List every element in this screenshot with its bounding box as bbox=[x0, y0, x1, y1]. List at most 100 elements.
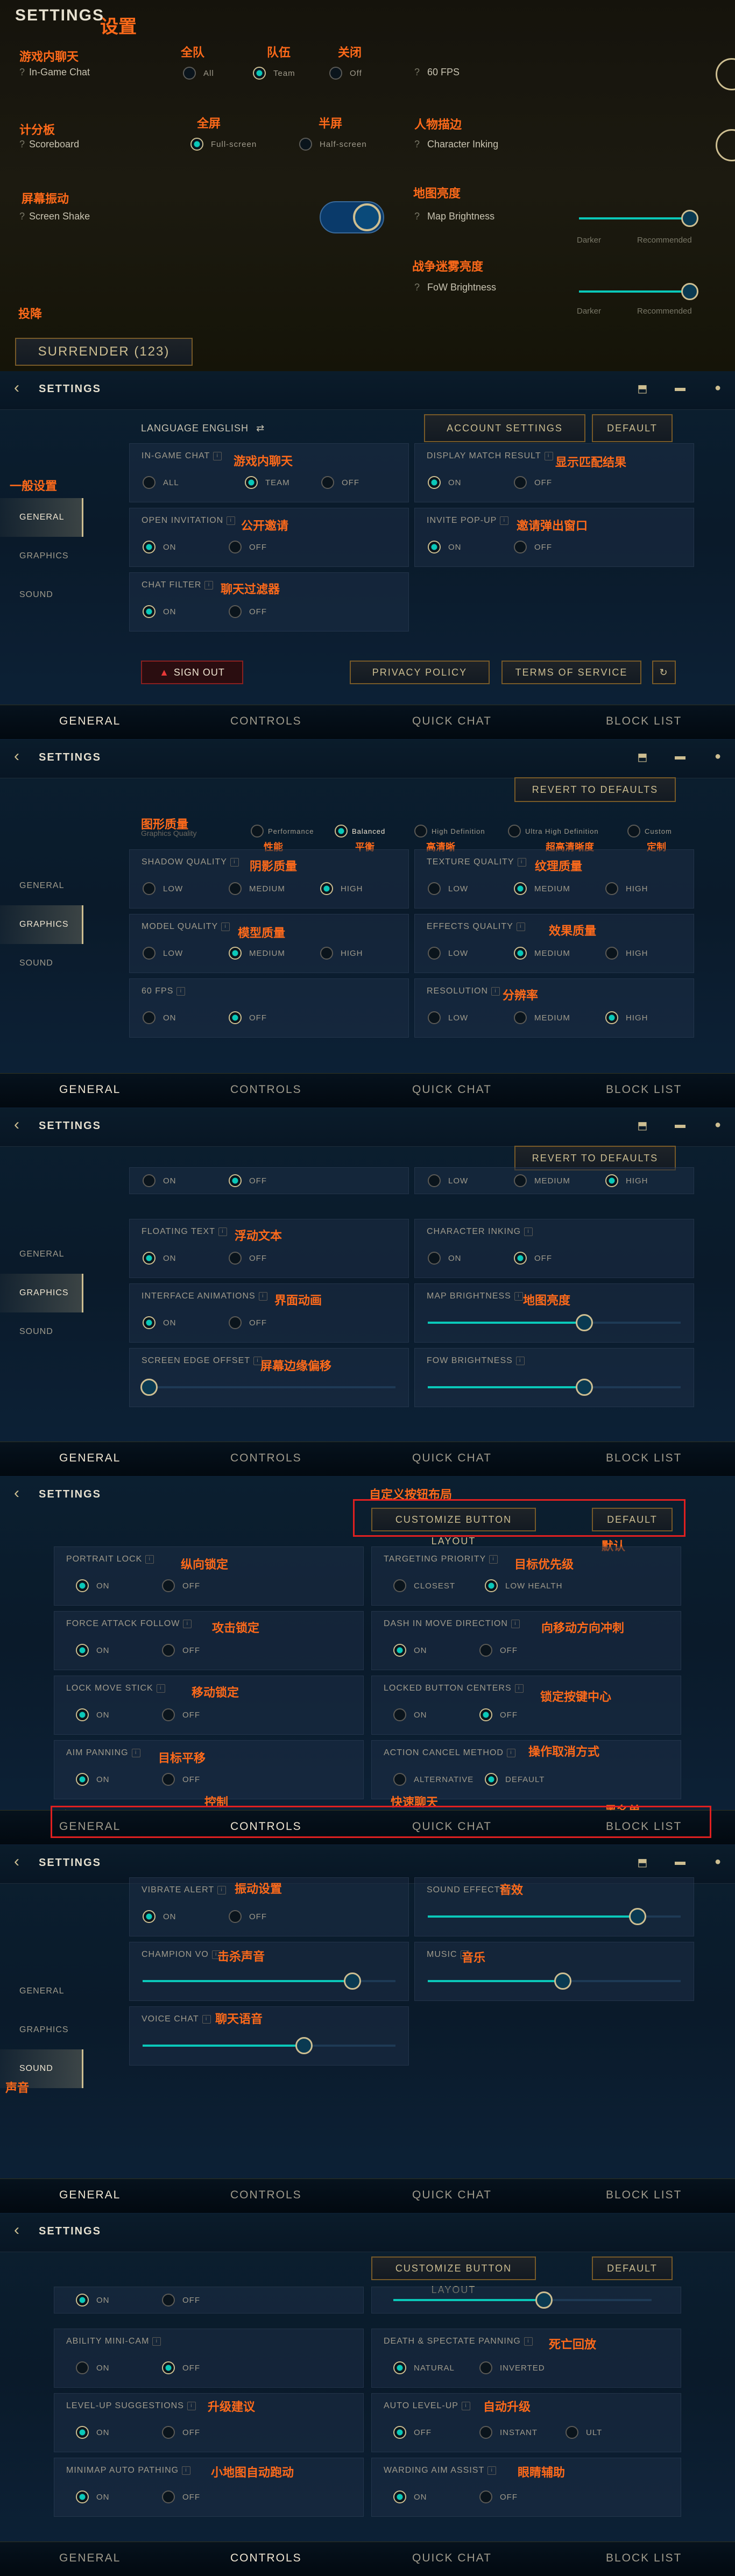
friends-icon[interactable]: ● bbox=[711, 1856, 724, 1869]
info-icon[interactable]: i bbox=[187, 2401, 196, 2410]
display-match-on[interactable]: ON bbox=[428, 476, 462, 489]
ward-aim-on[interactable]: ON bbox=[393, 2490, 427, 2503]
texture-high[interactable]: HIGH bbox=[605, 882, 648, 895]
ingame-chat-all[interactable]: ALL bbox=[143, 476, 179, 489]
sidebar-item-general[interactable]: GENERAL bbox=[0, 498, 83, 537]
action-cancel-alternative[interactable]: ALTERNATIVE bbox=[393, 1773, 473, 1786]
char-inking-off[interactable]: OFF bbox=[514, 1252, 552, 1265]
customize-layout-button[interactable]: CUSTOMIZE BUTTON LAYOUT bbox=[371, 1508, 536, 1546]
resolution-medium[interactable]: MEDIUM bbox=[514, 1174, 570, 1187]
resolution-low[interactable]: LOW bbox=[428, 1174, 468, 1187]
ability-cam-on[interactable]: ON bbox=[76, 2361, 110, 2374]
tab-quick-chat[interactable]: QUICK CHAT bbox=[412, 2552, 492, 2565]
fow-brightness-slider[interactable] bbox=[428, 1379, 681, 1396]
tab-general[interactable]: GENERAL bbox=[59, 715, 121, 728]
refresh-button[interactable]: ↻ bbox=[652, 661, 676, 684]
back-arrow-icon[interactable]: ‹ bbox=[14, 748, 27, 764]
chat-off-option[interactable]: Off bbox=[329, 67, 362, 80]
shadow-low[interactable]: LOW bbox=[143, 882, 183, 895]
default-button[interactable]: DEFAULT bbox=[592, 414, 673, 442]
chat-filter-on[interactable]: ON bbox=[143, 605, 176, 618]
info-icon[interactable]: i bbox=[489, 1555, 498, 1564]
resolution-medium[interactable]: MEDIUM bbox=[514, 1011, 570, 1024]
voice-chat-slider[interactable] bbox=[143, 2037, 395, 2054]
slider-knob[interactable] bbox=[140, 1379, 158, 1396]
texture-medium[interactable]: MEDIUM bbox=[514, 882, 570, 895]
ward-aim-off[interactable]: OFF bbox=[479, 2490, 518, 2503]
info-icon[interactable]: i bbox=[213, 451, 222, 460]
info-icon[interactable]: i bbox=[461, 2401, 470, 2410]
fps-on[interactable]: ON bbox=[143, 1011, 176, 1024]
tab-controls[interactable]: CONTROLS bbox=[230, 1452, 302, 1465]
screen-shake-toggle[interactable] bbox=[320, 201, 384, 233]
minimap-path-off[interactable]: OFF bbox=[162, 2490, 200, 2503]
auto-level-off[interactable]: OFF bbox=[393, 2426, 432, 2439]
tab-quick-chat[interactable]: QUICK CHAT bbox=[412, 2189, 492, 2202]
mission-icon[interactable]: ⬒ bbox=[636, 750, 649, 763]
info-icon[interactable]: i bbox=[544, 451, 553, 460]
invite-popup-off[interactable]: OFF bbox=[514, 541, 552, 553]
tab-block-list[interactable]: BLOCK LIST bbox=[606, 1083, 682, 1096]
tab-general[interactable]: GENERAL bbox=[59, 1452, 121, 1465]
shadow-high[interactable]: HIGH bbox=[320, 882, 363, 895]
iface-anim-on[interactable]: ON bbox=[143, 1316, 176, 1329]
option-off[interactable]: OFF bbox=[162, 2294, 200, 2307]
info-icon[interactable]: i bbox=[227, 516, 236, 525]
chat-icon[interactable]: ▬ bbox=[674, 1119, 687, 1132]
sound-fx-slider[interactable] bbox=[428, 1908, 681, 1925]
death-pan-inverted[interactable]: INVERTED bbox=[479, 2361, 545, 2374]
aim-pan-on[interactable]: ON bbox=[76, 1773, 110, 1786]
slider-knob[interactable] bbox=[535, 2291, 553, 2309]
effects-medium[interactable]: MEDIUM bbox=[514, 947, 570, 960]
vibrate-off[interactable]: OFF bbox=[229, 1910, 267, 1923]
info-icon[interactable]: i bbox=[516, 922, 525, 931]
info-icon[interactable]: i bbox=[515, 1356, 525, 1365]
info-icon[interactable]: i bbox=[204, 580, 214, 590]
chat-filter-off[interactable]: OFF bbox=[229, 605, 267, 618]
display-match-off[interactable]: OFF bbox=[514, 476, 552, 489]
back-arrow-icon[interactable]: ‹ bbox=[14, 2222, 27, 2238]
info-icon[interactable]: i bbox=[517, 857, 526, 867]
tab-controls[interactable]: CONTROLS bbox=[230, 2552, 302, 2565]
info-icon[interactable]: i bbox=[152, 2337, 161, 2346]
model-high[interactable]: HIGH bbox=[320, 947, 363, 960]
tab-controls[interactable]: CONTROLS bbox=[230, 2189, 302, 2202]
info-icon[interactable]: i bbox=[230, 857, 239, 867]
ingame-chat-team[interactable]: TEAM bbox=[245, 476, 290, 489]
char-inking-on[interactable]: ON bbox=[428, 1252, 462, 1265]
info-icon[interactable]: i bbox=[218, 1227, 227, 1236]
tab-general[interactable]: GENERAL bbox=[59, 1083, 121, 1096]
sidebar-item-graphics[interactable]: GRAPHICS bbox=[0, 2011, 83, 2049]
fps-toggle[interactable] bbox=[716, 58, 735, 90]
slider-knob[interactable] bbox=[344, 1972, 361, 1990]
floating-text-on[interactable]: ON bbox=[143, 1252, 176, 1265]
tab-block-list[interactable]: BLOCK LIST bbox=[606, 715, 682, 728]
chat-icon[interactable]: ▬ bbox=[674, 750, 687, 763]
resolution-high[interactable]: HIGH bbox=[605, 1011, 648, 1024]
tab-block-list[interactable]: BLOCK LIST bbox=[606, 2189, 682, 2202]
slider-knob[interactable] bbox=[681, 210, 698, 227]
effects-high[interactable]: HIGH bbox=[605, 947, 648, 960]
targeting-low-health[interactable]: LOW HEALTH bbox=[485, 1579, 562, 1592]
fps-off[interactable]: OFF bbox=[229, 1174, 267, 1187]
portrait-lock-off[interactable]: OFF bbox=[162, 1579, 200, 1592]
quality-custom[interactable]: Custom bbox=[627, 825, 672, 838]
force-attack-on[interactable]: ON bbox=[76, 1644, 110, 1657]
targeting-closest[interactable]: CLOSEST bbox=[393, 1579, 455, 1592]
customize-layout-button[interactable]: CUSTOMIZE BUTTON LAYOUT bbox=[371, 2256, 536, 2295]
info-icon[interactable]: i bbox=[491, 987, 500, 996]
info-icon[interactable]: i bbox=[182, 2466, 191, 2475]
sidebar-item-graphics[interactable]: GRAPHICS bbox=[0, 537, 83, 576]
tab-block-list[interactable]: BLOCK LIST bbox=[606, 2552, 682, 2565]
info-icon[interactable]: i bbox=[514, 1684, 524, 1693]
sidebar-item-sound[interactable]: SOUND bbox=[0, 1312, 83, 1351]
back-arrow-icon[interactable]: ‹ bbox=[14, 380, 27, 396]
friends-icon[interactable]: ● bbox=[711, 750, 724, 763]
locked-btn-on[interactable]: ON bbox=[393, 1708, 427, 1721]
terms-button[interactable]: TERMS OF SERVICE bbox=[501, 661, 641, 684]
slider-knob[interactable] bbox=[576, 1314, 593, 1331]
info-icon[interactable]: i bbox=[176, 987, 186, 996]
fps-on[interactable]: ON bbox=[143, 1174, 176, 1187]
model-medium[interactable]: MEDIUM bbox=[229, 947, 285, 960]
friends-icon[interactable]: ● bbox=[711, 1119, 724, 1132]
